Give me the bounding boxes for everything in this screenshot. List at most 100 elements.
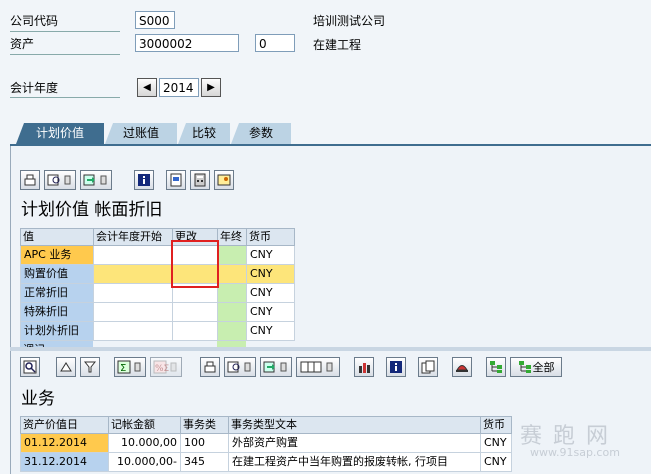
transaction-type-cell: 345 (180, 452, 229, 472)
export-list-button[interactable] (260, 357, 292, 377)
year-end-cell[interactable] (217, 245, 247, 265)
row-label[interactable]: 特殊折旧 (20, 302, 94, 322)
asset-subnumber-field[interactable]: 0 (255, 34, 295, 52)
view-dropdown-icon (227, 361, 251, 373)
magnifier-icon (23, 360, 37, 374)
export-button[interactable] (80, 170, 112, 190)
tab-comparison[interactable]: 比较 (178, 123, 230, 144)
change-cell[interactable] (172, 302, 218, 322)
column-header-fy-start[interactable]: 会计年度开始 (93, 228, 173, 246)
subtotal-button[interactable]: %Σ (150, 357, 182, 377)
row-label[interactable]: 正常折旧 (20, 283, 94, 303)
currency-cell: CNY (480, 433, 512, 453)
graphic-button[interactable] (354, 357, 374, 377)
export-dropdown-icon (263, 361, 287, 373)
filter-button[interactable] (80, 357, 100, 377)
transactions-table: 资产价值日 记帐金额 事务类 事务类型文本 货币 01.12.2014 10.0… (20, 416, 512, 472)
expand-button[interactable] (486, 357, 506, 377)
value-date-cell[interactable]: 01.12.2014 (20, 433, 109, 453)
all-button-label: 全部 (532, 361, 555, 374)
watermark-url: www.91sap.com (530, 446, 620, 459)
fiscal-year-field[interactable]: 2014 (159, 78, 199, 97)
table-row[interactable]: 计划外折旧 CNY (20, 321, 295, 341)
sum-button[interactable]: Σ (114, 357, 146, 377)
column-header-year-end[interactable]: 年终 (217, 228, 247, 246)
column-header-transaction-type[interactable]: 事务类 (180, 416, 229, 434)
all-button[interactable]: 全部 (510, 357, 562, 377)
value-date-cell[interactable]: 31.12.2014 (20, 452, 109, 472)
currency-cell: CNY (246, 264, 295, 284)
fy-start-cell[interactable] (93, 302, 173, 322)
currency-cell: CNY (480, 452, 512, 472)
sum-dropdown-icon: Σ (117, 360, 141, 374)
fy-start-cell[interactable] (93, 283, 173, 303)
company-code-underline (10, 31, 120, 32)
row-label[interactable]: 购置价值 (20, 264, 94, 284)
fy-start-cell[interactable] (93, 245, 173, 265)
company-code-field[interactable]: S000 (135, 11, 175, 29)
column-header-value[interactable]: 值 (20, 228, 94, 246)
hierarchy-icon (490, 361, 502, 373)
find-button[interactable] (44, 170, 76, 190)
asset-number-field[interactable]: 3000002 (135, 34, 239, 52)
tab-parameters[interactable]: 参数 (231, 123, 291, 144)
layout-button[interactable] (296, 357, 340, 377)
sort-ascending-icon (60, 362, 72, 372)
note-button[interactable] (214, 170, 234, 190)
lower-toolbar: Σ %Σ 全部 (20, 357, 580, 379)
table-row[interactable]: 特殊折旧 CNY (20, 302, 295, 322)
change-cell[interactable] (172, 321, 218, 341)
splitter-bar[interactable] (10, 347, 651, 351)
layout-dropdown-icon (300, 361, 333, 373)
table-row[interactable]: 正常折旧 CNY (20, 283, 295, 303)
row-label[interactable]: APC 业务 (20, 245, 94, 265)
list-info-button[interactable] (386, 357, 406, 377)
print-icon (24, 174, 36, 186)
column-header-currency[interactable]: 货币 (246, 228, 295, 246)
details-button[interactable] (20, 357, 40, 377)
table-header-row: 值 会计年度开始 更改 年终 货币 (20, 228, 295, 246)
column-header-value-date[interactable]: 资产价值日 (20, 416, 109, 434)
filter-icon (83, 361, 97, 373)
cap-icon (456, 365, 468, 372)
calculator-button[interactable] (190, 170, 210, 190)
triangle-right-icon: ▶ (207, 82, 215, 93)
sort-ascending-button[interactable] (56, 357, 76, 377)
delete-button[interactable] (452, 357, 472, 377)
next-year-button[interactable]: ▶ (201, 78, 221, 97)
currency-cell: CNY (246, 302, 295, 322)
subtotal-dropdown-icon: %Σ (153, 360, 177, 374)
table-row[interactable]: 01.12.2014 10.000,00 100 外部资产购置 CNY (20, 433, 512, 453)
view-button[interactable] (224, 357, 256, 377)
svg-text:Σ: Σ (120, 363, 126, 374)
table-row[interactable]: APC 业务 CNY (20, 245, 295, 265)
info-button[interactable] (134, 170, 154, 190)
column-header-amount[interactable]: 记帐金额 (108, 416, 181, 434)
asset-underline (10, 54, 120, 55)
triangle-left-icon: ◀ (143, 82, 151, 93)
copy-button[interactable] (418, 357, 438, 377)
year-end-cell[interactable] (217, 321, 247, 341)
info-icon (390, 361, 402, 373)
svg-text:%Σ: %Σ (155, 364, 170, 374)
row-label[interactable]: 计划外折旧 (20, 321, 94, 341)
table-row[interactable]: 31.12.2014 10.000,00- 345 在建工程资产中当年购置的报废… (20, 452, 512, 472)
year-end-cell[interactable] (217, 302, 247, 322)
print-preview-button[interactable] (200, 357, 220, 377)
print-icon (204, 361, 216, 373)
fy-start-cell[interactable] (93, 264, 173, 284)
table-row[interactable]: 购置价值 CNY (20, 264, 295, 284)
year-end-cell[interactable] (217, 283, 247, 303)
previous-year-button[interactable]: ◀ (137, 78, 157, 97)
document-icon (170, 173, 182, 187)
column-header-transaction-text[interactable]: 事务类型文本 (228, 416, 481, 434)
tab-posted-values[interactable]: 过账值 (105, 123, 177, 144)
column-header-currency[interactable]: 货币 (480, 416, 512, 434)
year-end-cell[interactable] (217, 264, 247, 284)
asset-label: 资产 (10, 37, 35, 51)
export-dropdown-icon (83, 174, 107, 186)
fy-start-cell[interactable] (93, 321, 173, 341)
print-button[interactable] (20, 170, 40, 190)
tab-planned-values[interactable]: 计划价值 (16, 123, 104, 144)
document-button[interactable] (166, 170, 186, 190)
